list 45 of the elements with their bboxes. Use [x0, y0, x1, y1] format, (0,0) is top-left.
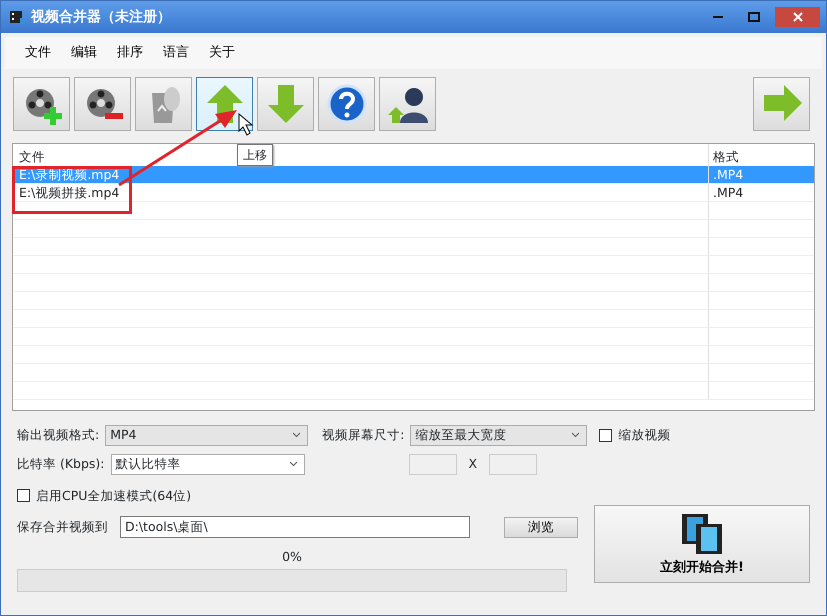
down-arrow-icon — [266, 82, 306, 124]
menu-item[interactable]: 文件 — [15, 41, 61, 64]
list-row[interactable]: E:\视频拼接.mp4 .MP4 — [13, 184, 814, 202]
menu-item[interactable]: 编辑 — [61, 41, 107, 64]
size-separator: X — [468, 454, 478, 473]
field-label: 保存合并视频到 — [17, 518, 108, 536]
field-label: 比特率 (Kbps): — [17, 454, 105, 473]
table-cell-text: .MP4 — [712, 184, 744, 200]
close-button[interactable] — [775, 7, 820, 27]
table-cell-text: .MP4 — [712, 166, 744, 182]
toolbar-button[interactable] — [13, 76, 70, 130]
dropdown[interactable]: MP4 — [105, 424, 308, 446]
caret-icon — [292, 432, 302, 438]
window-title: 视频合并器（未注册） — [31, 8, 171, 26]
checkbox[interactable] — [599, 428, 612, 442]
app-icon — [9, 9, 25, 25]
toolbar-button[interactable] — [74, 76, 131, 130]
field-label: 输出视频格式: — [17, 426, 100, 444]
menu-item[interactable]: 排序 — [107, 41, 153, 64]
checkbox-label: 启用CPU全加速模式(64位) — [36, 486, 192, 504]
table-cell: E:\视频拼接.mp4 — [13, 184, 709, 200]
column-header: 格式 — [712, 148, 740, 166]
minimize-icon — [713, 16, 723, 18]
checkbox[interactable] — [17, 489, 30, 502]
film-strips-icon — [680, 512, 724, 556]
checkbox-label: 缩放视频 — [618, 426, 670, 444]
width-field[interactable] — [408, 454, 457, 474]
height-field[interactable] — [489, 454, 538, 474]
browse-button[interactable]: 浏览 — [504, 516, 578, 538]
caret-icon — [288, 461, 298, 467]
toolbar-button[interactable] — [379, 76, 436, 130]
field-label: 视频屏幕尺寸: — [322, 426, 404, 444]
dropdown[interactable]: 缩放至最大宽度 — [410, 424, 588, 446]
caret-icon — [571, 432, 580, 438]
mouse-cursor-icon — [238, 112, 254, 136]
help-icon — [326, 82, 366, 124]
start-merge-button[interactable]: 立刻开始合并! — [594, 505, 810, 584]
dropdown[interactable]: 默认比特率 — [110, 454, 305, 474]
menu-item[interactable]: 语言 — [153, 41, 199, 64]
close-icon — [792, 12, 802, 22]
maximize-icon — [748, 12, 760, 22]
menu-item[interactable]: 关于 — [199, 41, 245, 64]
progress-text: 0% — [281, 548, 303, 566]
path-field[interactable]: D:\tools\桌面\ — [120, 516, 470, 538]
tooltip: 上移 — [237, 144, 273, 166]
